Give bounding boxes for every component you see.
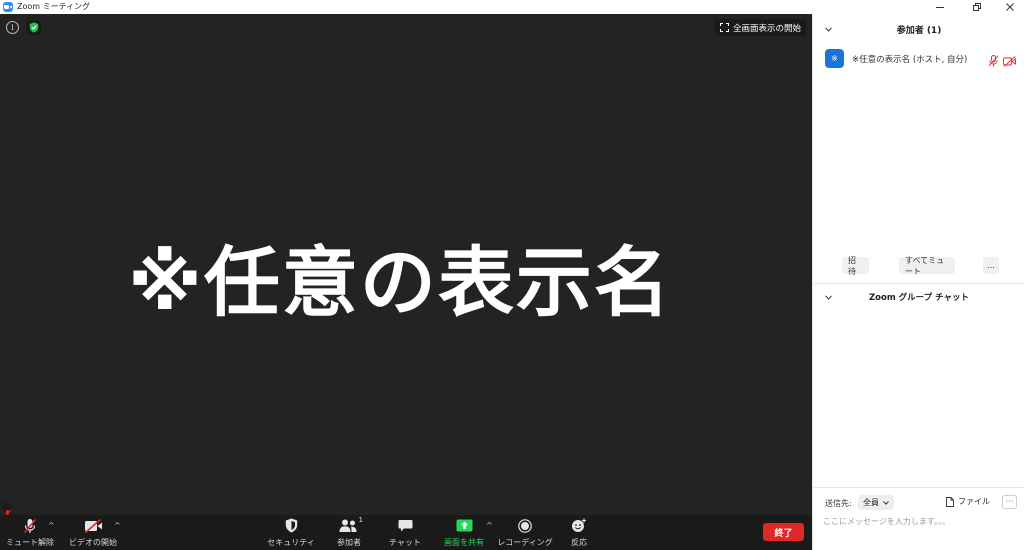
send-to-dropdown[interactable]: 全員 xyxy=(858,495,894,510)
side-panel: 参加者 (1) ※ ※任意の表示名 (ホスト, 自分) 招待 すべてミュート .… xyxy=(812,14,1024,550)
file-label: ファイル xyxy=(958,497,990,506)
chat-label: チャット xyxy=(389,538,421,547)
reactions-label: 反応 xyxy=(571,538,587,547)
title-bar: Zoom ミーティング xyxy=(0,0,1024,14)
start-video-button[interactable]: ビデオの開始 xyxy=(68,517,118,549)
mic-muted-icon xyxy=(22,517,38,534)
security-button[interactable]: セキュリティ xyxy=(267,517,315,549)
participant-mic-muted-icon[interactable] xyxy=(988,52,999,71)
participants-button[interactable]: 1 参加者 xyxy=(330,516,368,549)
record-icon xyxy=(518,517,532,534)
meeting-info-icon[interactable]: i xyxy=(6,21,19,34)
audio-options-chevron-icon[interactable]: ^ xyxy=(48,521,55,530)
share-screen-button[interactable]: 画面を共有 xyxy=(440,517,488,549)
chat-more-button[interactable]: ··· xyxy=(1002,495,1017,509)
video-options-chevron-icon[interactable]: ^ xyxy=(114,521,121,530)
participant-name: ※任意の表示名 (ホスト, 自分) xyxy=(852,55,968,65)
fullscreen-label: 全画面表示の開始 xyxy=(732,23,801,34)
video-area: i 全画面表示の開始 ※任意の表示名 xyxy=(0,14,812,518)
more-options-button[interactable]: ... xyxy=(983,257,999,274)
start-video-label: ビデオの開始 xyxy=(69,538,117,547)
participants-panel-header: 参加者 (1) xyxy=(813,14,1024,44)
record-label: レコーディング xyxy=(497,538,553,547)
file-icon xyxy=(946,496,954,507)
participant-display-name: ※任意の表示名 xyxy=(128,238,672,327)
security-shield-icon xyxy=(285,517,298,534)
participant-video-off-icon[interactable] xyxy=(1003,52,1016,71)
panel-divider xyxy=(813,283,1024,284)
reaction-emoji-icon xyxy=(571,517,587,534)
file-button[interactable]: ファイル xyxy=(946,496,990,507)
security-label: セキュリティ xyxy=(267,538,315,547)
reactions-button[interactable]: 反応 xyxy=(564,517,594,549)
participants-icon: 1 xyxy=(339,516,363,534)
chat-collapse-chevron-icon[interactable] xyxy=(824,293,832,301)
fullscreen-icon xyxy=(719,23,729,32)
close-icon xyxy=(1006,3,1014,11)
avatar: ※ xyxy=(825,49,844,68)
invite-button[interactable]: 招待 xyxy=(842,256,869,276)
close-window-button[interactable] xyxy=(998,0,1022,14)
end-meeting-button[interactable]: 終了 xyxy=(763,523,804,541)
chat-message-input[interactable] xyxy=(823,512,1018,530)
window-title: Zoom ミーティング xyxy=(17,2,91,11)
participants-count: 1 xyxy=(358,516,363,524)
share-options-chevron-icon[interactable]: ^ xyxy=(486,521,493,530)
zoom-app-icon xyxy=(3,2,13,12)
fullscreen-button[interactable]: 全画面表示の開始 xyxy=(714,19,806,36)
send-to-value: 全員 xyxy=(863,498,879,507)
more-horizontal-icon: ··· xyxy=(1005,497,1014,506)
participants-panel-title: 参加者 (1) xyxy=(896,25,942,36)
restore-icon xyxy=(973,3,981,11)
participant-list-item[interactable]: ※ ※任意の表示名 (ホスト, 自分) xyxy=(813,49,1024,69)
minimize-icon xyxy=(936,6,944,8)
share-screen-icon xyxy=(456,517,473,534)
collapse-chevron-icon[interactable] xyxy=(824,25,832,33)
restore-button[interactable] xyxy=(965,0,989,14)
chat-bubble-icon xyxy=(398,517,413,534)
record-button[interactable]: レコーディング xyxy=(497,517,553,549)
minimize-button[interactable] xyxy=(928,0,952,14)
mute-all-button[interactable]: すべてミュート xyxy=(899,256,955,276)
chat-panel-header: Zoom グループ チャット xyxy=(813,286,1024,308)
unmute-button[interactable]: ミュート解除 xyxy=(6,517,54,549)
chevron-down-icon xyxy=(883,500,889,505)
unmute-label: ミュート解除 xyxy=(6,538,54,547)
meeting-toolbar: ミュート解除 ^ ビデオの開始 ^ セキュリティ 1 参加者 チャット 画面を共… xyxy=(0,515,812,550)
send-to-label: 送信先: xyxy=(825,499,852,508)
chat-button[interactable]: チャット xyxy=(388,517,422,549)
encryption-shield-icon[interactable] xyxy=(26,20,41,35)
chat-input-divider xyxy=(813,487,1024,488)
video-off-icon xyxy=(84,517,103,534)
chat-panel-title: Zoom グループ チャット xyxy=(868,293,970,303)
participants-label: 参加者 xyxy=(337,538,361,547)
share-screen-label: 画面を共有 xyxy=(444,538,484,547)
muted-indicator-icon xyxy=(3,503,12,518)
